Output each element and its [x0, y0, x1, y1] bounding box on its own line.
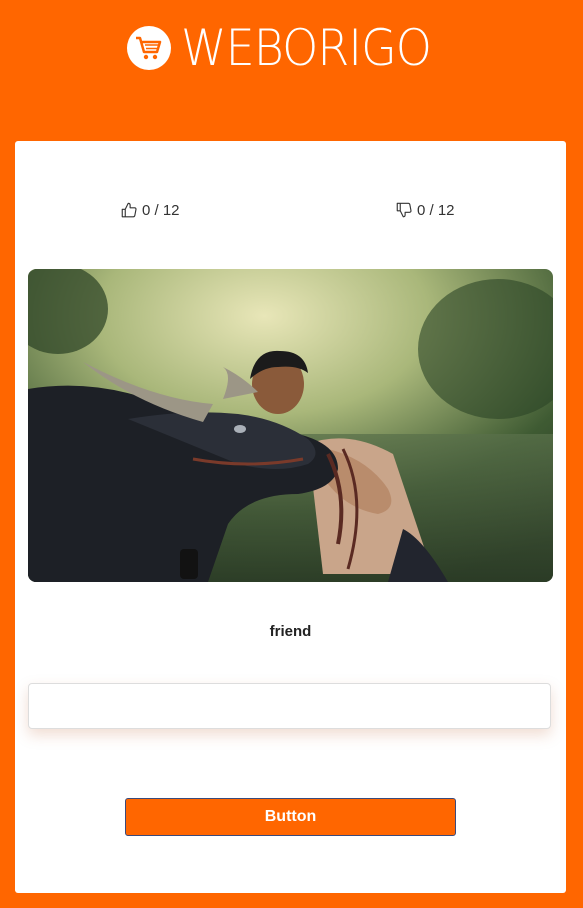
thumbs-down-icon [396, 202, 412, 218]
answer-input[interactable] [28, 683, 551, 729]
man-with-water-buffalo-photo [28, 269, 553, 582]
like-count: 0 / 12 [142, 201, 180, 219]
submit-button[interactable]: Button [125, 798, 456, 836]
logo: WEBORIGO [127, 22, 453, 74]
like-counter[interactable]: 0 / 12 [120, 201, 180, 219]
header: WEBORIGO [0, 0, 583, 140]
dislike-count: 0 / 12 [417, 201, 455, 219]
image-caption: friend [269, 623, 312, 640]
shopping-cart-icon [127, 26, 171, 70]
content-card: 0 / 12 0 / 12 friend Button [15, 141, 566, 893]
dislike-counter[interactable]: 0 / 12 [395, 201, 455, 219]
thumbs-up-icon [121, 202, 137, 218]
brand-name: WEBORIGO [181, 19, 432, 77]
